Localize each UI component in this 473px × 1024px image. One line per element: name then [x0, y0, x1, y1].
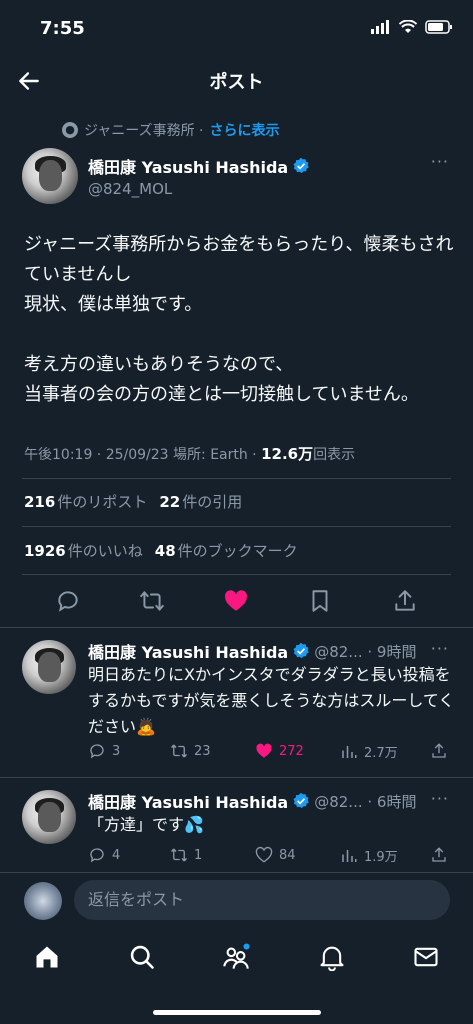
reply-count: 3	[112, 743, 121, 759]
bell-icon[interactable]	[318, 943, 346, 971]
likes-stat[interactable]: 1926 件のいいね	[24, 540, 143, 561]
reply-count: 4	[112, 847, 121, 863]
heart-icon	[255, 846, 273, 863]
author-name[interactable]: 橋田康 Yasushi Hashida	[88, 154, 288, 178]
reply-views-action[interactable]: 2.7万	[340, 742, 398, 761]
more-options-icon[interactable]: ···	[431, 152, 449, 171]
bookmark-icon[interactable]	[307, 588, 333, 614]
more-options-icon[interactable]: ···	[431, 639, 449, 658]
reply-text: 「方達」です💦	[88, 815, 204, 834]
divider	[0, 627, 473, 628]
post-body: ジャニーズ事務所からお金をもらったり、懐柔もされていませんし 現状、僕は単独です…	[24, 234, 454, 405]
reply-handle-time: @82... · 6時間	[314, 792, 417, 811]
reply-repost-action[interactable]: 23	[170, 742, 211, 760]
top-header: ポスト	[0, 56, 473, 106]
reply-reply-action[interactable]: 3	[88, 742, 120, 760]
like-stats-row: 1926 件のいいね 48 件のブックマーク	[24, 540, 298, 561]
reply-text: 明日あたりにXかインスタでダラダラと長い投稿をするかもですが気を悪くしそうな方は…	[88, 665, 455, 736]
author-name-row[interactable]: 橋田康 Yasushi Hashida	[88, 154, 310, 178]
analytics-icon	[342, 745, 357, 758]
reply-composer: 返信をポスト	[0, 878, 473, 924]
views-label: 回表示	[313, 447, 356, 463]
view-count: 1.9万	[364, 850, 398, 865]
context-label: ジャニーズ事務所 ·	[84, 123, 204, 139]
divider	[22, 478, 451, 479]
reposts-stat[interactable]: 216 件のリポスト	[24, 491, 147, 512]
view-count: 2.7万	[364, 746, 398, 761]
more-options-icon[interactable]: ···	[431, 789, 449, 808]
like-count: 84	[279, 847, 296, 863]
communities-icon[interactable]	[222, 943, 250, 971]
reply-icon	[90, 848, 104, 863]
reply-input[interactable]: 返信をポスト	[74, 880, 450, 920]
author-avatar[interactable]	[22, 148, 78, 204]
heart-icon[interactable]	[223, 588, 249, 614]
reply-author-name[interactable]: 橋田康 Yasushi Hashida	[88, 639, 288, 663]
verified-badge-icon	[293, 642, 310, 659]
reply-like-action[interactable]: 84	[255, 846, 296, 864]
community-context: ● ジャニーズ事務所 · さらに表示	[62, 120, 280, 140]
like-count: 272	[279, 743, 304, 759]
status-bar: 7:55	[0, 0, 473, 56]
mail-icon[interactable]	[412, 943, 440, 971]
reply-avatar[interactable]	[22, 640, 76, 694]
reply-icon	[90, 744, 104, 759]
tag-icon: ●	[62, 122, 78, 138]
battery-icon	[425, 20, 452, 34]
reply-icon[interactable]	[55, 588, 81, 614]
post-timestamp-location: 午後10:19 · 25/09/23 場所: Earth ·	[24, 447, 262, 463]
status-time: 7:55	[40, 18, 85, 39]
show-more-link[interactable]: さらに表示	[210, 120, 280, 140]
reply-views-action[interactable]: 1.9万	[340, 846, 398, 865]
status-icons	[371, 20, 453, 34]
post-action-bar	[0, 588, 473, 618]
repost-count: 1	[194, 847, 203, 863]
views-count: 12.6万	[261, 445, 314, 463]
divider	[0, 777, 473, 778]
bookmarks-stat[interactable]: 48 件のブックマーク	[155, 540, 298, 561]
reply-handle-time: @82... · 9時間	[314, 642, 417, 661]
divider	[0, 872, 473, 873]
home-indicator	[153, 1010, 321, 1015]
quotes-stat[interactable]: 22 件の引用	[159, 491, 242, 512]
own-avatar	[24, 882, 62, 920]
reply-avatar[interactable]	[22, 790, 76, 844]
repost-icon	[170, 848, 188, 862]
author-handle[interactable]: @824_MOL	[88, 180, 172, 198]
reply-author-row[interactable]: 橋田康 Yasushi Hashida @82... · 9時間	[88, 639, 416, 663]
reply-author-row[interactable]: 橋田康 Yasushi Hashida @82... · 6時間	[88, 789, 416, 813]
repost-icon[interactable]	[139, 588, 165, 614]
divider	[22, 574, 451, 575]
analytics-icon	[342, 849, 357, 862]
heart-icon	[256, 743, 272, 758]
reply-reply-action[interactable]: 4	[88, 846, 120, 864]
divider	[22, 526, 451, 527]
repost-count: 23	[194, 743, 211, 759]
repost-stats-row: 216 件のリポスト 22 件の引用	[24, 491, 242, 512]
verified-badge-icon	[293, 792, 310, 809]
home-icon[interactable]	[33, 943, 61, 971]
share-icon	[432, 743, 446, 758]
reply-share-action[interactable]	[430, 846, 448, 864]
signal-icon	[371, 20, 389, 34]
reply-like-action[interactable]: 272	[255, 742, 304, 760]
share-icon[interactable]	[392, 588, 418, 614]
bottom-tab-bar	[0, 935, 473, 985]
reply-repost-action[interactable]: 1	[170, 846, 202, 864]
reply-action-bar: 4 1 84 1.9万	[88, 846, 458, 868]
post-meta: 午後10:19 · 25/09/23 場所: Earth · 12.6万回表示	[24, 443, 355, 464]
reply-author-name[interactable]: 橋田康 Yasushi Hashida	[88, 789, 288, 813]
reply-share-action[interactable]	[430, 742, 448, 760]
verified-badge-icon	[293, 157, 310, 174]
page-title: ポスト	[209, 72, 264, 93]
repost-icon	[170, 744, 188, 758]
share-icon	[432, 847, 446, 862]
reply-action-bar: 3 23 272 2.7万	[88, 742, 458, 764]
search-icon[interactable]	[128, 943, 156, 971]
wifi-icon	[399, 20, 417, 33]
